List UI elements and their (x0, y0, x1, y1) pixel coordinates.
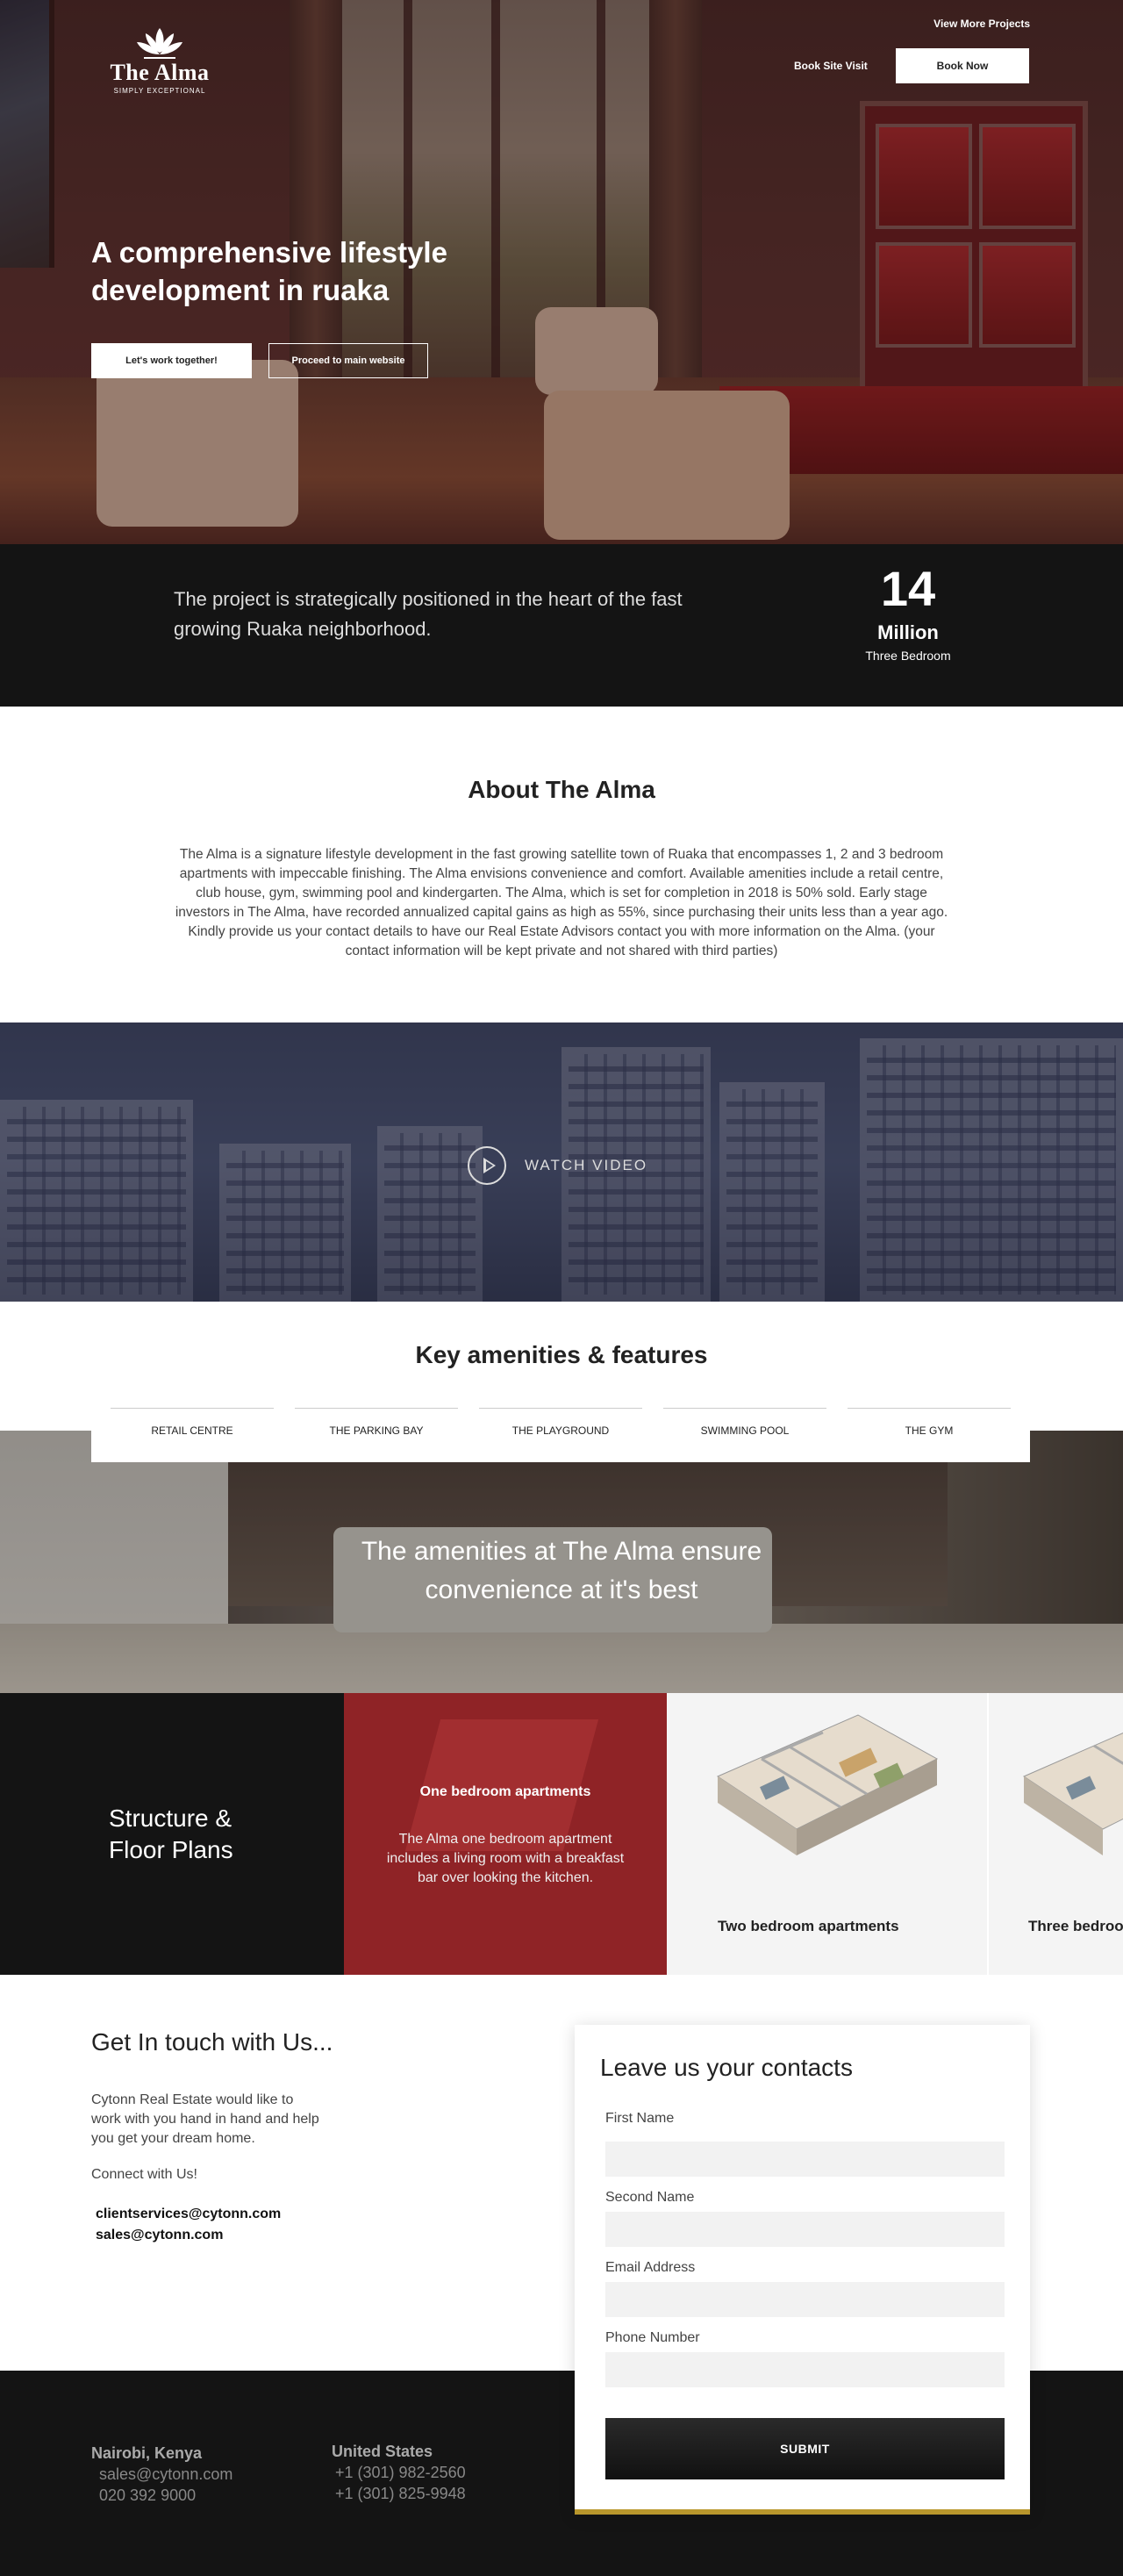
footer-kenya-title: Nairobi, Kenya (91, 2444, 203, 2462)
stats-text: The project is strategically positioned … (174, 588, 683, 640)
footer-kenya: Nairobi, Kenya sales@cytonn.com 020 392 … (91, 2443, 232, 2506)
stats-number: 14 (880, 561, 936, 616)
sales-email-link[interactable]: sales@cytonn.com (96, 2228, 223, 2243)
play-icon[interactable] (468, 1146, 506, 1185)
floor-plan-title: Two bedroom apartments (718, 1918, 899, 1934)
lotus-icon (137, 28, 182, 59)
footer-kenya-phone[interactable]: 020 392 9000 (91, 2485, 232, 2506)
logo-name: The Alma (110, 60, 210, 85)
view-more-projects-link[interactable]: View More Projects (933, 18, 1030, 30)
footer-kenya-email[interactable]: sales@cytonn.com (91, 2464, 232, 2485)
tab-swimming-pool[interactable]: SWIMMING POOL (663, 1408, 826, 1462)
site-logo[interactable]: The Alma SIMPLY EXCEPTIONAL (107, 26, 212, 95)
floor-plan-card-active[interactable]: One bedroom apartments The Alma one bedr… (344, 1693, 667, 1975)
second-name-field[interactable] (605, 2212, 1005, 2247)
second-name-label: Second Name (605, 2190, 695, 2205)
floor-plan-title: Three bedroom apartments (1028, 1918, 1123, 1934)
tab-parking-bay[interactable]: THE PARKING BAY (295, 1408, 458, 1462)
book-now-button[interactable]: Book Now (896, 48, 1029, 83)
contact-text: Cytonn Real Estate would like to work wi… (91, 2092, 319, 2146)
submit-button[interactable]: SUBMIT (605, 2418, 1005, 2479)
phone-field[interactable] (605, 2352, 1005, 2387)
tab-playground[interactable]: THE PLAYGROUND (479, 1408, 642, 1462)
email-label: Email Address (605, 2260, 696, 2275)
floor-plan-image (716, 1714, 939, 1855)
floor-plan-image (1022, 1733, 1123, 1855)
amenities-caption: The amenities at The Alma ensure conveni… (361, 1537, 762, 1604)
footer-us-phone-2[interactable]: +1 (301) 825-9948 (332, 2483, 466, 2504)
stats-unit: Million (877, 621, 939, 643)
footer-us: United States +1 (301) 982-2560 +1 (301)… (332, 2441, 466, 2504)
floor-plan-card[interactable]: Two bedroom apartments (667, 1693, 987, 1975)
floor-plan-description: The Alma one bedroom apartment includes … (386, 1832, 625, 1885)
footer-us-phone-1[interactable]: +1 (301) 982-2560 (332, 2462, 466, 2483)
amenities-title: Key amenities & features (415, 1341, 708, 1368)
proceed-main-website-button[interactable]: Proceed to main website (268, 343, 428, 378)
phone-label: Phone Number (605, 2330, 700, 2345)
first-name-field[interactable] (605, 2142, 1005, 2177)
footer-us-title: United States (332, 2443, 433, 2460)
email-field[interactable] (605, 2282, 1005, 2317)
about-text: The Alma is a signature lifestyle develo… (175, 847, 948, 958)
first-name-label: First Name (605, 2111, 675, 2126)
about-title: About The Alma (468, 776, 655, 803)
floor-plans-header: Structure & Floor Plans (0, 1693, 344, 1975)
book-site-visit-link[interactable]: Book Site Visit (794, 60, 868, 72)
hero-title: A comprehensive lifestyle development in… (91, 236, 447, 306)
amenities-tabs: RETAIL CENTRE THE PARKING BAY THE PLAYGR… (91, 1408, 1030, 1462)
tab-retail-centre[interactable]: RETAIL CENTRE (111, 1408, 274, 1462)
contact-form: Leave us your contacts First Name Second… (575, 2025, 1030, 2515)
floor-plan-title: One bedroom apartments (419, 1784, 591, 1799)
form-title: Leave us your contacts (600, 2054, 853, 2081)
floor-plans-title: Structure & Floor Plans (109, 1805, 233, 1863)
logo-tagline: SIMPLY EXCEPTIONAL (113, 87, 206, 95)
watch-video-label[interactable]: WATCH VIDEO (525, 1157, 647, 1174)
stats-bar: The project is strategically positioned … (0, 544, 1123, 707)
stats-subtitle: Three Bedroom (865, 649, 951, 663)
client-services-email-link[interactable]: clientservices@cytonn.com (96, 2206, 281, 2222)
contact-title: Get In touch with Us... (91, 2028, 333, 2056)
lets-work-together-button[interactable]: Let's work together! (91, 343, 252, 378)
connect-label: Connect with Us! (91, 2167, 197, 2182)
tab-gym[interactable]: THE GYM (848, 1408, 1011, 1462)
floor-plan-card[interactable]: Three bedroom apartments (989, 1693, 1123, 1975)
